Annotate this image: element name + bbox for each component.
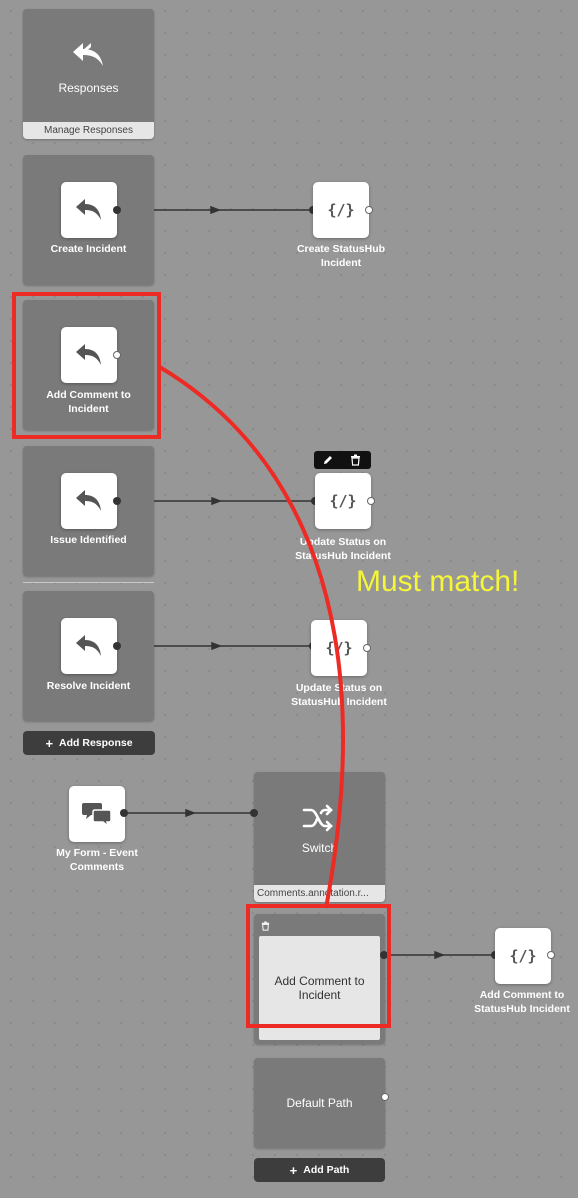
annotation-text: Must match! (356, 565, 520, 598)
annotation-overlay (12, 292, 391, 1028)
highlight-box-response (12, 292, 161, 439)
highlight-box-path (246, 904, 391, 1028)
highlight-curve (156, 364, 345, 909)
